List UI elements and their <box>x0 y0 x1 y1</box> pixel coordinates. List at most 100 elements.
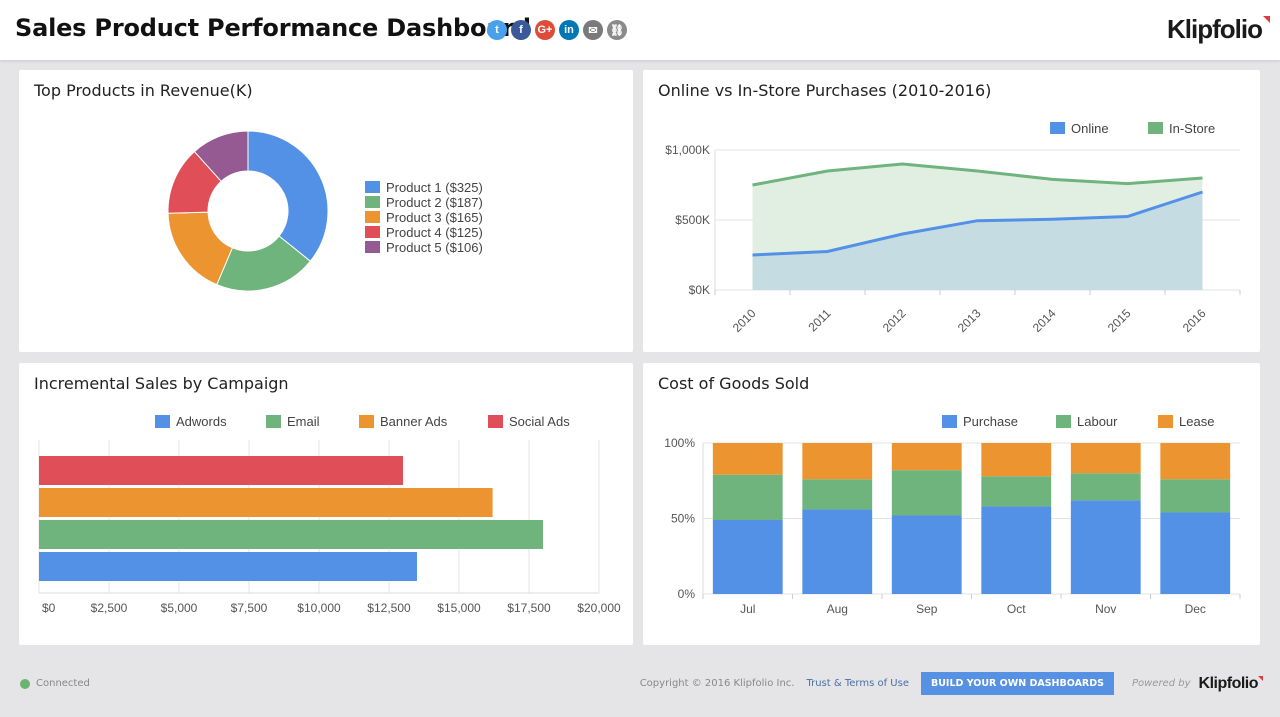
legend-label: Product 3 ($165) <box>386 210 483 225</box>
legend-label: Lease <box>1179 414 1214 429</box>
trust-terms-link[interactable]: Trust & Terms of Use <box>806 678 909 689</box>
bar-segment-labour <box>712 474 783 521</box>
legend-label: Social Ads <box>509 414 570 429</box>
bar-segment-labour <box>1160 479 1231 513</box>
x-tick-label: 2015 <box>1105 306 1134 335</box>
footer-logo-corner-icon <box>1258 675 1263 681</box>
link-icon[interactable]: ⛓ <box>607 20 627 40</box>
x-tick-label: Aug <box>827 602 848 616</box>
bar-segment-lease <box>802 443 873 480</box>
bar-segment-purchase <box>891 515 962 594</box>
donut-slice <box>247 130 329 262</box>
bar-segment-labour <box>891 470 962 516</box>
legend-swatch <box>488 415 503 428</box>
panel-title: Cost of Goods Sold <box>658 374 810 393</box>
twitter-icon[interactable]: t <box>487 20 507 40</box>
x-tick-label: 2013 <box>955 306 984 335</box>
x-tick-label: Oct <box>1007 602 1026 616</box>
powered-by-text: Powered by <box>1131 678 1191 689</box>
bar-banner-ads <box>39 488 493 517</box>
x-tick-label: $12,500 <box>367 601 411 615</box>
google-plus-icon[interactable]: G+ <box>535 20 555 40</box>
header: Sales Product Performance Dashboard t f G+… <box>0 0 1280 60</box>
y-tick-label: $500K <box>675 213 710 227</box>
legend-label: Product 1 ($325) <box>386 180 483 195</box>
bar-segment-purchase <box>981 506 1052 594</box>
legend-label: Banner Ads <box>380 414 448 429</box>
legend-label: Adwords <box>176 414 227 429</box>
x-tick-label: $5,000 <box>161 601 198 615</box>
legend-swatch <box>155 415 170 428</box>
y-tick-label: 100% <box>664 436 695 450</box>
footer: Copyright © 2016 Klipfolio Inc. Trust & … <box>639 672 1263 695</box>
legend-label: Product 4 ($125) <box>386 225 483 240</box>
bar-segment-purchase <box>712 520 783 594</box>
bar-segment-lease <box>981 443 1052 477</box>
legend-swatch <box>365 241 380 253</box>
panel-online-vs-instore: Online vs In-Store Purchases (2010-2016)… <box>643 70 1260 352</box>
legend-swatch <box>365 226 380 238</box>
legend-swatch <box>1148 122 1163 134</box>
bar-social-ads <box>39 456 403 485</box>
panel-title: Online vs In-Store Purchases (2010-2016) <box>658 81 992 100</box>
legend-label: Product 5 ($106) <box>386 240 483 255</box>
legend-label: In-Store <box>1169 121 1215 136</box>
panel-title: Top Products in Revenue(K) <box>34 81 253 100</box>
legend-swatch <box>1056 415 1071 428</box>
footer-logo-text: Klipfolio <box>1198 674 1259 692</box>
legend-swatch <box>359 415 374 428</box>
klipfolio-logo[interactable]: Klipfolio <box>1167 14 1270 45</box>
panel-cost-of-goods: Cost of Goods Sold 0% 50% 100% Jul Aug Sep Oct… <box>643 363 1260 645</box>
email-icon[interactable]: ✉ <box>583 20 603 40</box>
bar-segment-lease <box>712 443 783 475</box>
legend-swatch <box>365 211 380 223</box>
donut-chart: Product 1 ($325)Product 2 ($187)Product … <box>167 130 483 292</box>
panel-incremental-sales: Incremental Sales by Campaign $0 $2,500 $5… <box>19 363 633 645</box>
linkedin-icon[interactable]: in <box>559 20 579 40</box>
facebook-icon[interactable]: f <box>511 20 531 40</box>
legend-swatch <box>942 415 957 428</box>
x-tick-label: 2016 <box>1180 306 1209 335</box>
legend-swatch <box>365 196 380 208</box>
bar-segment-purchase <box>1070 500 1141 594</box>
logo-corner-icon <box>1263 16 1270 23</box>
logo-text: Klipfolio <box>1167 14 1263 44</box>
area-chart: $0K $500K $1,000K 2010 2011 2012 2013 2014 2015 2… <box>665 121 1241 335</box>
status-dot-icon <box>20 678 30 689</box>
bar-segment-purchase <box>1160 512 1231 594</box>
x-tick-label: $2,500 <box>91 601 128 615</box>
bar-segment-lease <box>891 443 962 471</box>
x-tick-label: $7,500 <box>231 601 268 615</box>
legend-label: Product 2 ($187) <box>386 195 483 210</box>
connection-status: Connected <box>20 678 90 689</box>
y-tick-label: 0% <box>678 587 696 601</box>
bar-segment-labour <box>802 479 873 510</box>
legend-label: Online <box>1071 121 1109 136</box>
copyright-text: Copyright © 2016 Klipfolio Inc. <box>639 678 795 689</box>
legend-label: Labour <box>1077 414 1118 429</box>
panel-title: Incremental Sales by Campaign <box>34 374 289 393</box>
legend-swatch <box>266 415 281 428</box>
x-tick-label: $15,000 <box>437 601 481 615</box>
bar-email <box>39 520 543 549</box>
x-tick-label: Dec <box>1185 602 1206 616</box>
bar-segment-labour <box>1070 473 1141 501</box>
page-title: Sales Product Performance Dashboard <box>15 14 531 42</box>
x-tick-label: 2012 <box>880 306 909 335</box>
bar-segment-lease <box>1070 443 1141 474</box>
legend-label: Purchase <box>963 414 1018 429</box>
stacked-bar-chart: 0% 50% 100% Jul Aug Sep Oct Nov Dec Purchase Labou… <box>664 414 1241 616</box>
x-tick-label: $17,500 <box>507 601 551 615</box>
x-tick-label: 2010 <box>730 306 759 335</box>
x-tick-label: $0 <box>42 601 56 615</box>
hbar-chart: $0 $2,500 $5,000 $7,500 $10,000 $12,500 $15,00… <box>38 414 621 615</box>
x-tick-label: Nov <box>1095 602 1116 616</box>
status-text: Connected <box>36 678 90 689</box>
x-tick-label: Jul <box>740 602 755 616</box>
footer-klipfolio-logo[interactable]: Klipfolio <box>1198 674 1263 693</box>
build-dashboards-button[interactable]: BUILD YOUR OWN DASHBOARDS <box>920 672 1114 695</box>
bar-adwords <box>39 552 417 581</box>
bar-segment-purchase <box>802 509 873 594</box>
x-tick-label: $20,000 <box>577 601 621 615</box>
legend-swatch <box>365 181 380 193</box>
